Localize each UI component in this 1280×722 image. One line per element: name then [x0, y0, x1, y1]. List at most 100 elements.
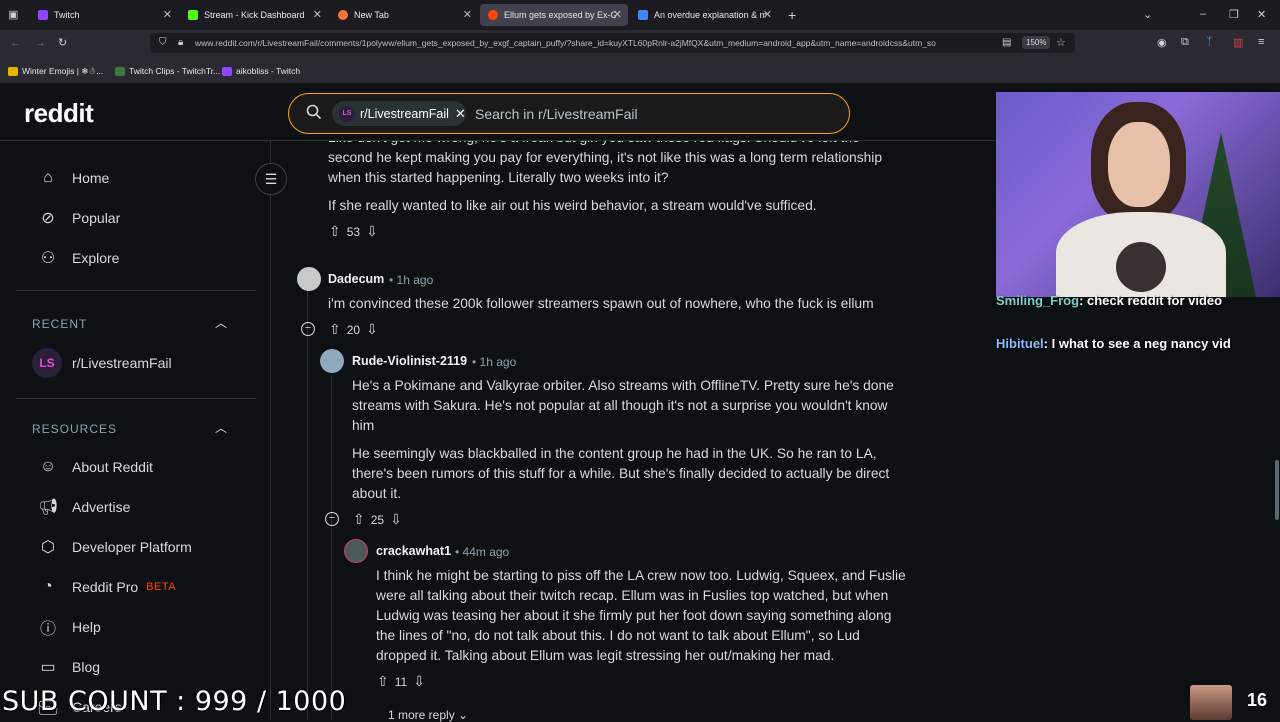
vote-count: 25	[370, 512, 385, 527]
chat-message: Hibituel: I what to see a neg nancy vid	[996, 333, 1280, 354]
sidebar-item-label: Developer Platform	[72, 539, 192, 555]
forward-icon[interactable]: →	[35, 37, 46, 49]
upvote-icon[interactable]: ⇧	[329, 321, 341, 338]
twitch-favicon-icon	[38, 10, 48, 20]
comment-author[interactable]: Rude-Violinist-2119	[352, 354, 467, 368]
restore-icon[interactable]: ❐	[1229, 8, 1239, 21]
comment-text: second he kept making you pay for everyt…	[328, 150, 883, 165]
reddit-favicon-icon	[488, 10, 498, 20]
new-tab-button[interactable]: +	[788, 7, 796, 23]
upvote-icon[interactable]: ⇧	[377, 673, 389, 690]
close-tab-icon[interactable]: ✕	[313, 8, 322, 21]
sidebar-item-advertise[interactable]: 📢︎ Advertise	[38, 495, 130, 519]
sidebar-item-reddit-pro[interactable]: ◔ Reddit Pro BETA	[38, 575, 176, 599]
close-tab-icon[interactable]: ✕	[463, 8, 472, 21]
tab-overflow-chevron-icon[interactable]: ⌄	[1143, 8, 1152, 21]
avatar[interactable]	[320, 349, 344, 373]
tab-label: New Tab	[354, 10, 389, 20]
downvote-icon[interactable]: ⇩	[390, 511, 402, 528]
sidebar-item-label: Blog	[72, 659, 101, 675]
shield-icon[interactable]: ⛉	[159, 37, 167, 48]
vote-count: 11	[394, 674, 408, 689]
extension-icon[interactable]: ᛉ	[1206, 36, 1213, 48]
chat-text: : check reddit for video	[1079, 293, 1223, 308]
reddit-logo[interactable]: reddit	[24, 98, 94, 129]
comment-text: when this started happening. Literally t…	[328, 170, 669, 185]
remove-chip-icon[interactable]: ✕	[455, 106, 466, 122]
sidebar-item-blog[interactable]: ▭ Blog	[38, 655, 100, 679]
divider	[16, 398, 256, 399]
twitch-icon	[222, 66, 232, 76]
docs-favicon-icon	[638, 10, 648, 20]
bookmark-winter-emojis[interactable]: Winter Emojis | ❄☃...	[8, 66, 103, 77]
sidebar-toggle-button[interactable]: ☰	[255, 163, 287, 195]
tab-reddit-active[interactable]: Ellum gets exposed by Ex-GF C... ✕	[480, 4, 628, 26]
sidebar-item-popular[interactable]: ⊘ Popular	[38, 206, 120, 230]
downvote-icon[interactable]: ⇩	[366, 223, 378, 240]
upvote-icon[interactable]: ⇧	[329, 223, 341, 240]
close-tab-icon[interactable]: ✕	[163, 8, 172, 21]
sidebar-item-help[interactable]: ⓘ Help	[38, 615, 101, 639]
scrollbar[interactable]	[1275, 460, 1279, 520]
zoom-level[interactable]: 150%	[1022, 36, 1051, 49]
avatar[interactable]	[344, 539, 368, 563]
comment-text: i'm convinced these 200k follower stream…	[328, 296, 874, 311]
sidebar-item-label: Reddit Pro	[72, 579, 139, 595]
upvote-icon[interactable]: ⇧	[353, 511, 365, 528]
collapse-thread-icon[interactable]: −	[301, 322, 315, 336]
close-tab-icon[interactable]: ✕	[763, 8, 772, 21]
comment-text: He seemingly was blackballed in the cont…	[352, 446, 890, 501]
search-input[interactable]: Search in r/LivestreamFail	[475, 106, 638, 122]
megaphone-icon: 📢︎	[38, 499, 59, 516]
collapse-thread-icon[interactable]: −	[325, 512, 339, 526]
sidebar-item-developer-platform[interactable]: ⬡ Developer Platform	[38, 535, 192, 559]
comment-author[interactable]: crackawhat1	[376, 544, 451, 558]
subreddit-search-chip[interactable]: LS r/LivestreamFail ✕	[332, 101, 466, 126]
sidebar-item-livestreamfail[interactable]: LS r/LivestreamFail	[32, 348, 172, 378]
sidebar-item-explore[interactable]: ⚇ Explore	[38, 246, 120, 270]
comment-time: • 1h ago	[389, 273, 434, 287]
vote-bar: ⇧ 53 ⇩	[329, 223, 378, 240]
sidebar-item-home[interactable]: ⌂ Home	[38, 166, 109, 190]
reader-view-icon[interactable]: ▤	[1002, 37, 1011, 48]
avatar[interactable]	[297, 267, 321, 291]
folder-icon	[8, 67, 18, 76]
extension-badge-icon[interactable]: ▥	[1233, 36, 1243, 49]
comment-text: I think he might be starting to piss off…	[376, 568, 906, 663]
developer-platform-icon: ⬡	[41, 539, 55, 556]
minimize-icon[interactable]: –	[1200, 8, 1206, 20]
tab-new-tab[interactable]: New Tab ✕	[330, 4, 478, 26]
comment-time: • 1h ago	[472, 355, 517, 369]
reload-icon[interactable]: ↻	[58, 36, 67, 49]
twitchtracker-icon	[115, 66, 125, 76]
collapse-recent-chevron-icon[interactable]: ︿	[215, 314, 227, 331]
tab-twitch[interactable]: Twitch ✕	[30, 4, 178, 26]
close-tab-icon[interactable]: ✕	[613, 8, 622, 21]
close-window-icon[interactable]: ✕	[1257, 8, 1266, 21]
comment-author[interactable]: Dadecum	[328, 272, 384, 286]
collapse-resources-chevron-icon[interactable]: ︿	[215, 419, 227, 436]
bookmark-star-icon[interactable]: ☆	[1056, 36, 1066, 49]
home-icon: ⌂	[43, 169, 53, 186]
bookmark-label: aikobliss - Twitch	[236, 66, 301, 76]
bookmark-twitch-clips[interactable]: Twitch Clips - TwitchTr...	[115, 66, 220, 76]
resources-section-title: RESOURCES	[32, 422, 118, 436]
back-icon[interactable]: ←	[10, 37, 21, 49]
sidebar-item-label: Home	[72, 170, 110, 186]
extensions-icon[interactable]: ⧉	[1181, 36, 1189, 49]
menu-icon[interactable]: ≡	[1258, 36, 1264, 48]
search-icon	[306, 104, 322, 124]
account-icon[interactable]: ◉	[1157, 36, 1167, 49]
downvote-icon[interactable]: ⇩	[366, 321, 378, 338]
tab-google-doc[interactable]: An overdue explanation & mo... ✕	[630, 4, 778, 26]
tab-list-icon[interactable]: ▣	[8, 8, 18, 21]
sidebar-item-about-reddit[interactable]: ☺ About Reddit	[38, 455, 153, 479]
lock-icon: 🔒︎	[178, 37, 184, 48]
tab-label: Twitch	[54, 10, 80, 20]
sidebar-item-label: r/LivestreamFail	[72, 355, 172, 371]
bookmark-aikobliss[interactable]: aikobliss - Twitch	[222, 66, 300, 76]
comment-text: He's a Pokimane and Valkyrae orbiter. Al…	[352, 378, 894, 433]
url-text[interactable]: www.reddit.com/r/LivestreamFail/comments…	[195, 38, 995, 48]
downvote-icon[interactable]: ⇩	[413, 673, 425, 690]
tab-kick-dashboard[interactable]: Stream - Kick Dashboard ✕	[180, 4, 328, 26]
